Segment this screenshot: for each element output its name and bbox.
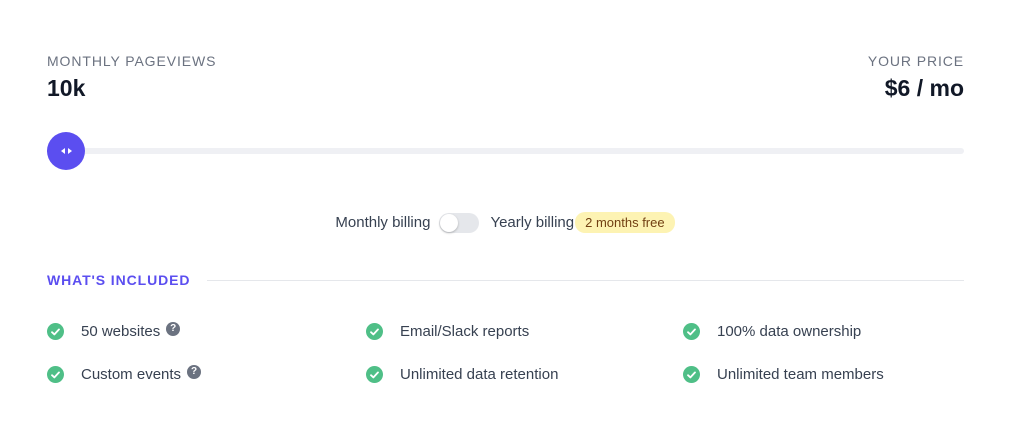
included-title: WHAT'S INCLUDED: [47, 272, 191, 288]
yearly-billing-label[interactable]: Yearly billing: [490, 214, 574, 231]
drag-arrows-icon: [60, 148, 72, 154]
feature-label: Email/Slack reports: [400, 323, 530, 340]
check-icon: [683, 323, 700, 340]
feature-item: Custom events ?: [47, 364, 202, 383]
pageviews-value: 10k: [47, 75, 86, 101]
feature-item: 100% data ownership: [683, 323, 861, 340]
check-icon: [366, 323, 383, 340]
pageviews-label: MONTHLY PAGEVIEWS: [47, 53, 217, 69]
help-icon[interactable]: ?: [187, 364, 202, 379]
discount-badge: 2 months free: [575, 212, 675, 233]
feature-item: 50 websites ?: [47, 321, 181, 340]
pageviews-block: MONTHLY PAGEVIEWS 10k: [47, 53, 216, 102]
billing-toggle[interactable]: [439, 212, 480, 233]
feature-label: 100% data ownership: [717, 323, 862, 340]
feature-label: 50 websites: [81, 323, 161, 340]
check-icon: [47, 323, 64, 340]
toggle-knob: [440, 213, 459, 232]
price-value: $6 / mo: [884, 75, 964, 101]
check-icon: [366, 366, 383, 383]
help-icon[interactable]: ?: [166, 321, 181, 336]
slider-thumb[interactable]: [47, 132, 85, 170]
divider: [207, 279, 964, 281]
feature-item: Unlimited team members: [683, 366, 884, 383]
check-icon: [47, 366, 64, 383]
feature-label: Unlimited team members: [717, 366, 884, 383]
price-block: YOUR PRICE $6 / mo: [868, 53, 964, 102]
billing-toggle-row: Monthly billing Yearly billing 2 months …: [0, 212, 1010, 233]
pageviews-slider[interactable]: [47, 132, 964, 170]
monthly-billing-label[interactable]: Monthly billing: [335, 214, 430, 231]
included-header: WHAT'S INCLUDED: [47, 272, 964, 288]
feature-label: Unlimited data retention: [400, 366, 559, 383]
feature-item: Email/Slack reports: [366, 323, 529, 340]
check-icon: [683, 366, 700, 383]
price-label: YOUR PRICE: [867, 53, 964, 69]
feature-item: Unlimited data retention: [366, 366, 558, 383]
feature-label: Custom events: [81, 366, 182, 383]
